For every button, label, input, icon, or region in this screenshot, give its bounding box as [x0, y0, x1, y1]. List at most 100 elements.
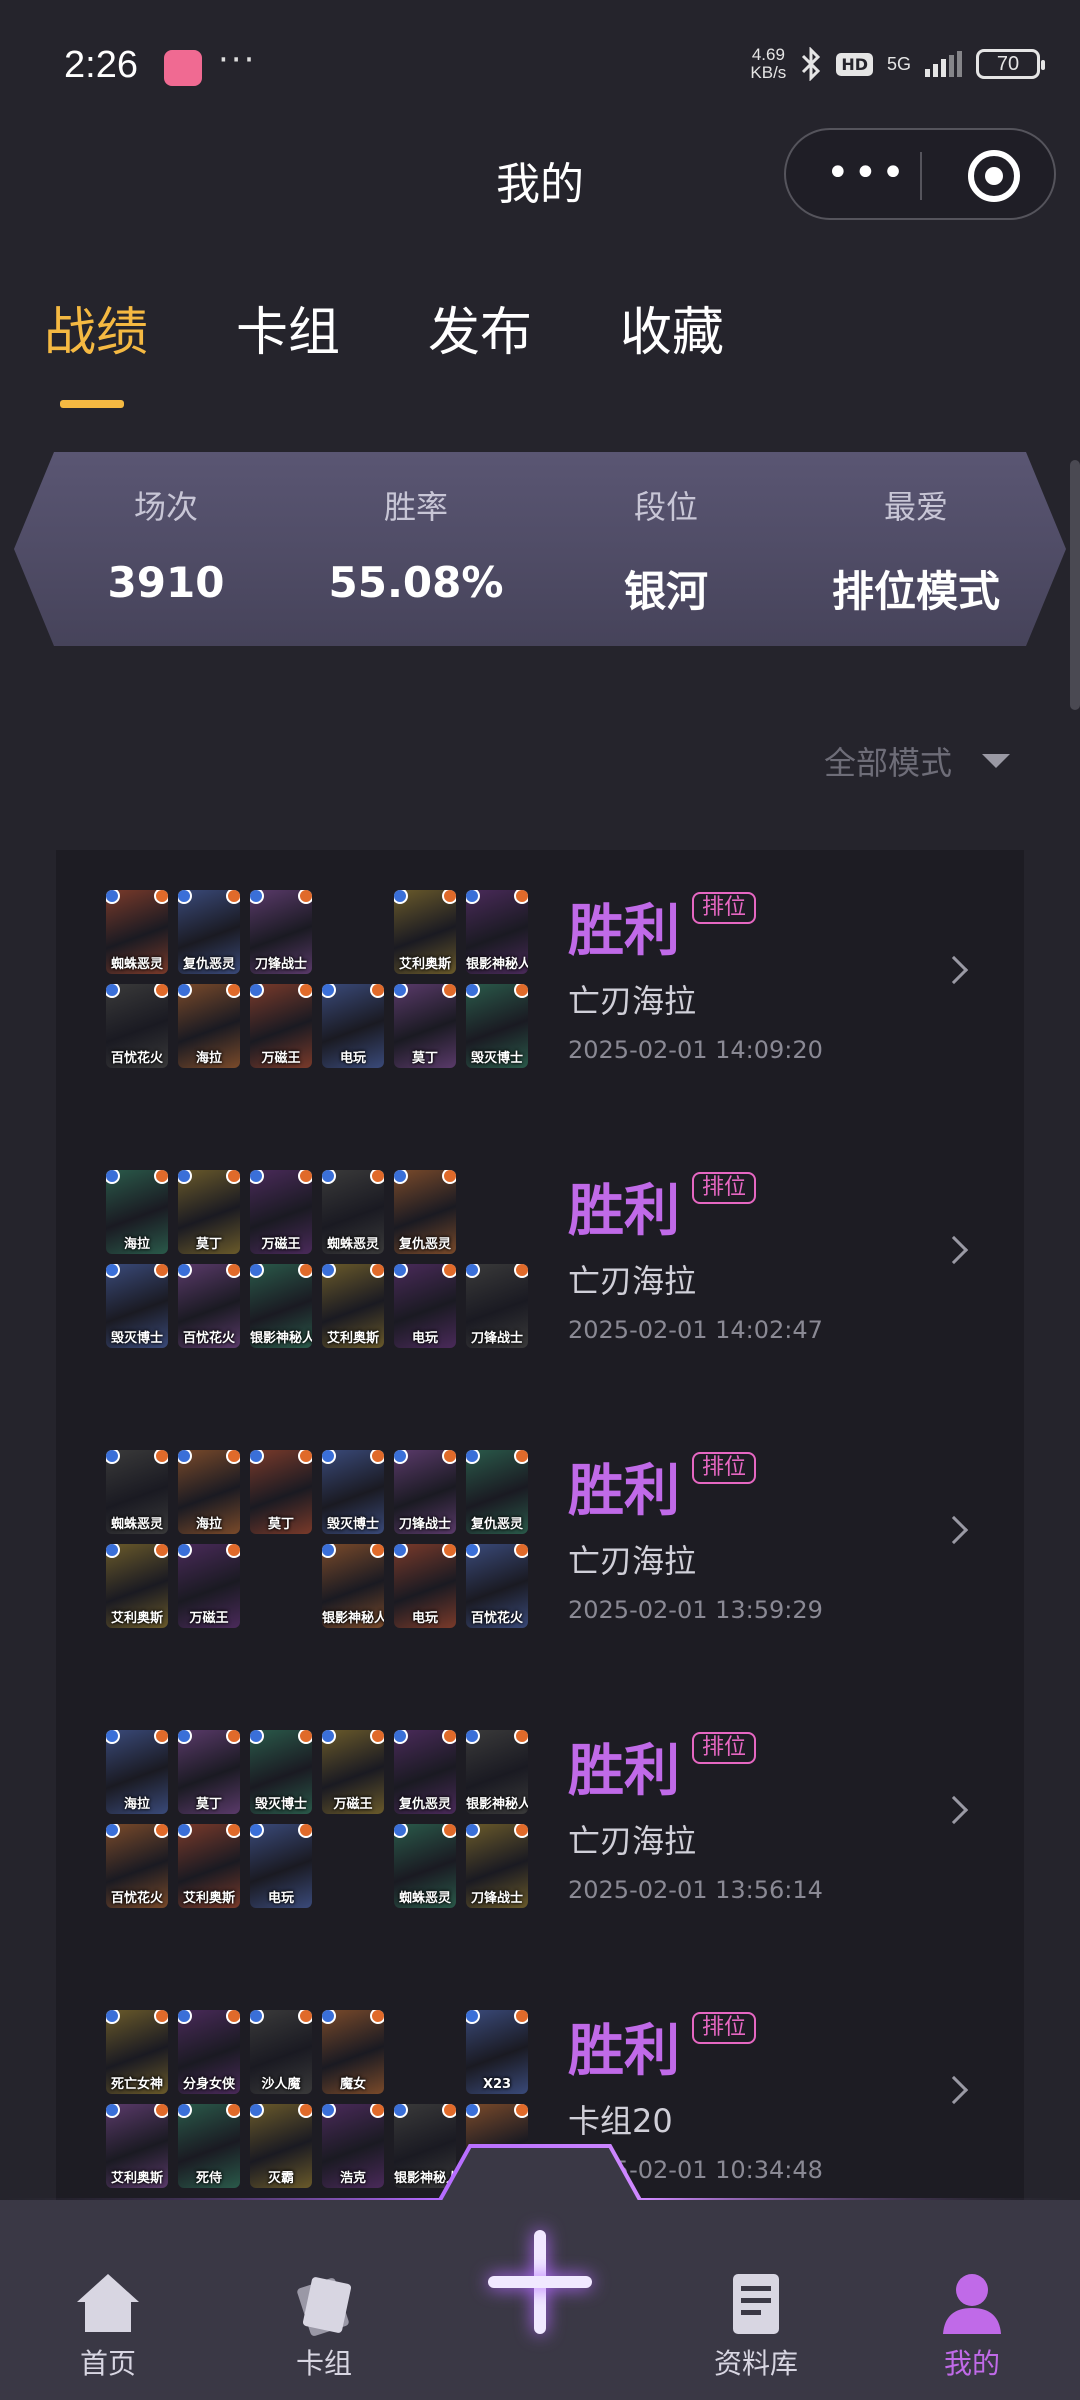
power-gem-icon [442, 1730, 456, 1744]
chevron-right-icon[interactable] [939, 1235, 969, 1265]
nav-label: 资料库 [713, 2347, 798, 2380]
card-name: 莫丁 [195, 1237, 222, 1252]
card-thumbnail: 银影神秘人 [250, 1264, 312, 1348]
status-time: 2:26 [64, 44, 138, 86]
deck-cards: 蜘蛛恶灵 海拉 莫丁 毁灭博士 刀锋战士 复仇恶灵 艾利奥斯 万磁王 银影神秘人 电玩 百忧花火 [106, 1450, 536, 1640]
status-bar: 2:26 ··· 4.69 KB/s HD 5G 70 [0, 0, 1080, 130]
nav-label: 首页 [79, 2347, 136, 2380]
nav-decks[interactable]: 卡组 [254, 2268, 394, 2382]
card-thumbnail: 百忧花火 [466, 1544, 528, 1628]
chevron-right-icon[interactable] [939, 955, 969, 985]
card-name: 万磁王 [261, 1051, 301, 1066]
tab-favorites[interactable]: 收藏 [620, 290, 724, 365]
card-thumbnail: 艾利奥斯 [106, 1544, 168, 1628]
power-gem-icon [154, 1450, 168, 1464]
chevron-right-icon[interactable] [939, 1795, 969, 1825]
card-thumbnail: 毁灭博士 [466, 984, 528, 1068]
deck-name: 亡刃海拉 [568, 1542, 697, 1580]
match-time: 2025-02-01 14:02:47 [568, 1316, 823, 1344]
tab-decks[interactable]: 卡组 [236, 290, 340, 365]
card-name: 蜘蛛恶灵 [326, 1237, 379, 1252]
plus-icon[interactable] [488, 2230, 592, 2334]
nav-library[interactable]: 资料库 [686, 2268, 826, 2382]
match-time: 2025-02-01 14:09:20 [568, 1036, 823, 1064]
power-gem-icon [514, 2104, 528, 2118]
tab-bar: 战绩 卡组 发布 收藏 [44, 290, 812, 365]
close-target-icon[interactable] [968, 150, 1020, 202]
power-gem-icon [370, 1544, 384, 1558]
match-item[interactable]: 蜘蛛恶灵 复仇恶灵 刀锋战士 艾利奥斯 银影神秘人 百忧花火 海拉 万磁王 电玩 莫丁 毁灭博士 胜利… [56, 850, 1024, 1130]
tab-active-indicator [60, 400, 124, 408]
nav-profile[interactable]: 我的 [902, 2268, 1042, 2382]
nav-home[interactable]: 首页 [38, 2268, 178, 2382]
card-name: 电玩 [411, 1331, 438, 1346]
match-result: 胜利 [568, 899, 680, 964]
card-thumbnail: 莫丁 [178, 1730, 240, 1814]
card-thumbnail: 艾利奥斯 [322, 1264, 384, 1348]
card-thumbnail: 蜘蛛恶灵 [322, 1170, 384, 1254]
power-gem-icon [514, 984, 528, 998]
profile-icon [937, 2268, 1007, 2338]
card-name: 百忧花火 [110, 1891, 163, 1906]
power-gem-icon [370, 1170, 384, 1184]
card-thumbnail: 刀锋战士 [394, 1450, 456, 1534]
power-gem-icon [154, 2104, 168, 2118]
more-menu-button[interactable]: ••• [826, 150, 909, 196]
battery-icon: 70 [976, 49, 1045, 79]
card-thumbnail: 电玩 [394, 1264, 456, 1348]
mode-filter-dropdown[interactable]: 全部模式 [824, 738, 1010, 784]
power-gem-icon [442, 1450, 456, 1464]
deck-cards: 海拉 莫丁 毁灭博士 万磁王 复仇恶灵 银影神秘人 百忧花火 艾利奥斯 电玩 蜘蛛恶灵 刀锋战士 [106, 1730, 536, 1920]
power-gem-icon [226, 1170, 240, 1184]
power-gem-icon [370, 1450, 384, 1464]
card-name: 毁灭博士 [254, 1797, 307, 1812]
mode-badge: 排位 [692, 892, 757, 924]
chevron-right-icon[interactable] [939, 2075, 969, 2105]
power-gem-icon [514, 890, 528, 904]
scrollbar[interactable] [1070, 460, 1080, 710]
card-thumbnail: 百忧花火 [178, 1264, 240, 1348]
card-name: 莫丁 [195, 1797, 222, 1812]
stat-rank: 段位 银河 [556, 482, 776, 619]
deck-name: 亡刃海拉 [568, 982, 697, 1020]
power-gem-icon [514, 1544, 528, 1558]
match-item[interactable]: 海拉 莫丁 毁灭博士 万磁王 复仇恶灵 银影神秘人 百忧花火 艾利奥斯 电玩 蜘蛛恶灵 刀锋战士 胜利… [56, 1690, 1024, 1970]
hd-badge: HD [836, 52, 873, 76]
mode-badge: 排位 [692, 1172, 757, 1204]
card-thumbnail: 复仇恶灵 [178, 890, 240, 974]
power-gem-icon [442, 890, 456, 904]
card-name: 复仇恶灵 [398, 1237, 451, 1252]
card-name: 艾利奥斯 [110, 1611, 163, 1626]
card-thumbnail: 魔女 [322, 2010, 384, 2094]
card-name: 百忧花火 [110, 1051, 163, 1066]
mode-filter-label: 全部模式 [823, 744, 952, 782]
card-name: 毁灭博士 [470, 1051, 523, 1066]
power-gem-icon [370, 984, 384, 998]
deck-name: 亡刃海拉 [568, 1822, 697, 1860]
power-gem-icon [298, 2010, 312, 2024]
card-thumbnail: 万磁王 [250, 1170, 312, 1254]
card-name: 沙人魔 [261, 2077, 301, 2092]
power-gem-icon [442, 1824, 456, 1838]
card-name: 刀锋战士 [254, 957, 307, 972]
card-name: 毁灭博士 [326, 1517, 379, 1532]
power-gem-icon [226, 2104, 240, 2118]
power-gem-icon [154, 2010, 168, 2024]
power-gem-icon [442, 1544, 456, 1558]
card-name: 刀锋战士 [470, 1331, 523, 1346]
power-gem-icon [154, 1730, 168, 1744]
stats-panel: 场次 3910 胜率 55.08% 段位 银河 最爱 排位模式 [14, 452, 1066, 646]
card-name: 海拉 [195, 1051, 222, 1066]
power-gem-icon [226, 984, 240, 998]
card-thumbnail: 复仇恶灵 [394, 1730, 456, 1814]
power-gem-icon [298, 1264, 312, 1278]
card-thumbnail: 电玩 [250, 1824, 312, 1908]
tab-publish[interactable]: 发布 [428, 290, 532, 365]
chevron-right-icon[interactable] [939, 1515, 969, 1545]
match-list: 蜘蛛恶灵 复仇恶灵 刀锋战士 艾利奥斯 银影神秘人 百忧花火 海拉 万磁王 电玩 莫丁 毁灭博士 胜利… [56, 850, 1024, 2200]
card-name: 魔女 [339, 2077, 366, 2092]
match-item[interactable]: 海拉 莫丁 万磁王 蜘蛛恶灵 复仇恶灵 毁灭博士 百忧花火 银影神秘人 艾利奥斯 电玩 刀锋战士 胜利… [56, 1130, 1024, 1410]
tab-record[interactable]: 战绩 [44, 290, 148, 365]
match-item[interactable]: 蜘蛛恶灵 海拉 莫丁 毁灭博士 刀锋战士 复仇恶灵 艾利奥斯 万磁王 银影神秘人 电玩 百忧花火 胜利… [56, 1410, 1024, 1690]
stat-favorite: 最爱 排位模式 [806, 482, 1026, 619]
